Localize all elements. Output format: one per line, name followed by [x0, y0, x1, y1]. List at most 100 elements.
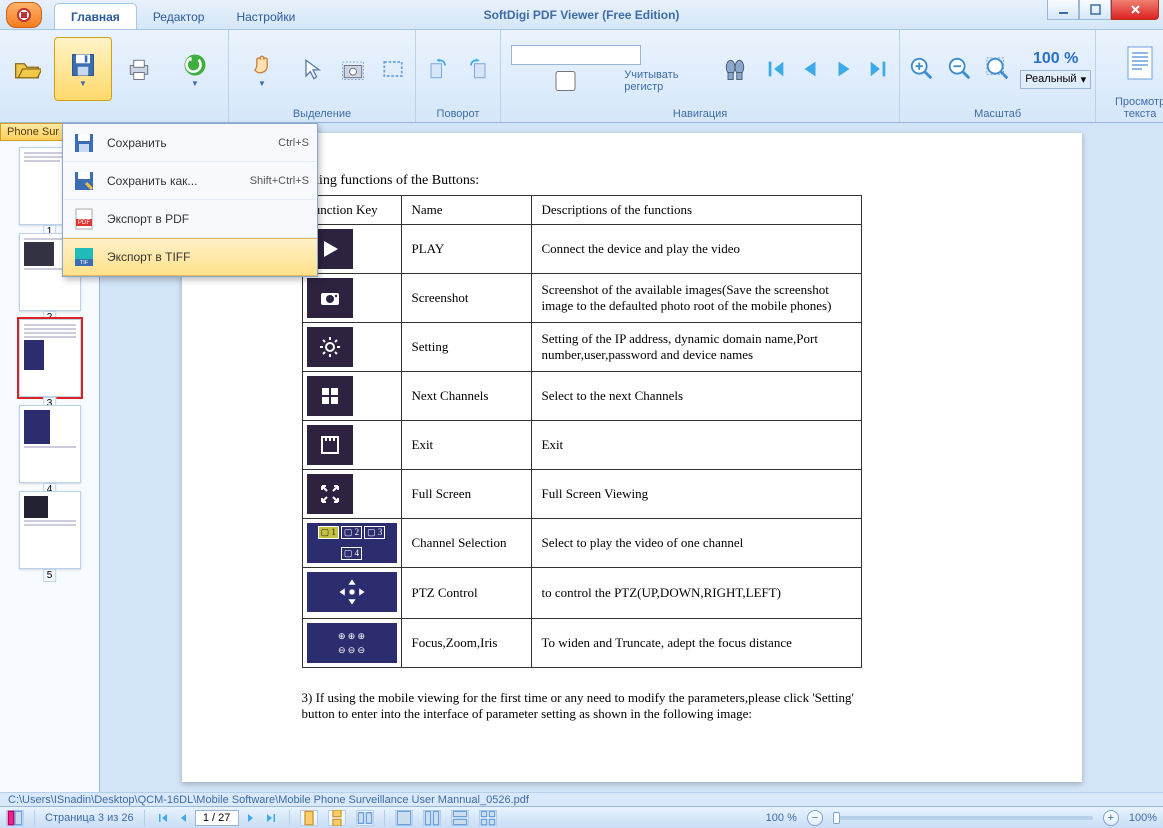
sb-view-continuous[interactable] [328, 810, 346, 826]
exit-icon [307, 425, 353, 465]
close-button[interactable] [1111, 0, 1159, 20]
save-button-dropdown[interactable]: ▼ [54, 37, 112, 101]
sb-page-text: Страница 3 из 26 [45, 812, 134, 824]
floppy-icon [71, 130, 97, 156]
table-row: ⊕ ⊕ ⊕⊖ ⊖ ⊖Focus,Zoom,IrisTo widen and Tr… [302, 619, 861, 668]
th-desc: Descriptions of the functions [531, 196, 861, 225]
nav-prev-button[interactable] [793, 47, 827, 91]
menu-save[interactable]: Сохранить Ctrl+S [63, 124, 317, 162]
pointer-tool-button[interactable] [295, 37, 331, 101]
group-label [4, 106, 224, 120]
sb-first-button[interactable] [155, 810, 171, 826]
search-case-checkbox[interactable]: Учитывать регистр [511, 69, 705, 93]
sb-prev-button[interactable] [175, 810, 191, 826]
doc-intro: The corresponding functions of the Butto… [232, 173, 1032, 189]
group-label-nav: Навигация [505, 106, 895, 120]
text-view-button[interactable] [1100, 45, 1163, 81]
titlebar: Главная Редактор Настройки SoftDigi PDF … [0, 0, 1163, 30]
window-controls [1047, 0, 1159, 20]
th-name: Name [401, 196, 531, 225]
sb-zoom-slider[interactable] [833, 816, 1093, 820]
file-path-bar: C:\Users\ISnadin\Desktop\QCM-16DL\Mobile… [0, 792, 1163, 806]
ptz-dpad-icon [307, 572, 397, 612]
ribbon-tabs: Главная Редактор Настройки [54, 0, 311, 29]
rotate-right-button[interactable] [460, 37, 496, 101]
table-row: ExitExit [302, 421, 861, 470]
zoom-out-button[interactable] [942, 47, 978, 91]
group-label-zoom: Масштаб [904, 106, 1091, 120]
chevron-down-icon: ▼ [191, 79, 199, 88]
menu-export-pdf[interactable]: PDF Экспорт в PDF [63, 200, 317, 238]
camera-icon [307, 278, 353, 318]
chevron-down-icon: ▼ [79, 79, 87, 88]
thumbnail-page-5[interactable]: 5 [19, 491, 81, 569]
print-button[interactable] [116, 37, 162, 101]
pdf-icon: PDF [71, 206, 97, 232]
minimize-button[interactable] [1047, 0, 1079, 20]
sb-page-input[interactable] [195, 810, 239, 826]
nav-first-button[interactable] [759, 47, 793, 91]
rotate-left-button[interactable] [420, 37, 456, 101]
tab-main[interactable]: Главная [54, 3, 137, 29]
floppy-save-as-icon [71, 168, 97, 194]
open-button[interactable] [4, 37, 50, 101]
nav-next-button[interactable] [827, 47, 861, 91]
page-nav-arrows [759, 47, 895, 91]
group-label-select: Выделение [233, 106, 411, 120]
sb-page-controls [155, 810, 279, 826]
sb-layout-4[interactable] [479, 810, 497, 826]
snapshot-tool-button[interactable] [335, 37, 371, 101]
zoom-in-button[interactable] [904, 47, 940, 91]
table-row: Next ChannelsSelect to the next Channels [302, 372, 861, 421]
ribbon: ▼ ▼ ▼ В [0, 30, 1163, 123]
table-row: PTZ Controlto control the PTZ(UP,DOWN,RI… [302, 568, 861, 619]
sb-next-button[interactable] [243, 810, 259, 826]
zoom-mode-select[interactable]: Реальный ▾ [1020, 70, 1091, 89]
tab-editor[interactable]: Редактор [137, 4, 221, 29]
tiff-icon: TIF [71, 244, 97, 270]
menu-export-tiff[interactable]: TIF Экспорт в TIFF [63, 238, 317, 276]
svg-text:PDF: PDF [78, 220, 90, 226]
zoom-marquee-button[interactable] [980, 47, 1016, 91]
marquee-tool-button[interactable] [375, 37, 411, 101]
sb-zoom-in-round[interactable]: + [1103, 810, 1119, 826]
sb-zoom-left: 100 % [766, 812, 797, 824]
sb-thumbs-button[interactable] [6, 810, 24, 826]
zoom-percent-control: 100 % Реальный ▾ [1020, 50, 1091, 89]
app-menu-button[interactable] [6, 2, 42, 28]
fullscreen-icon [307, 474, 353, 514]
grid-icon [307, 376, 353, 416]
menu-save-as[interactable]: Сохранить как... Shift+Ctrl+S [63, 162, 317, 200]
save-dropdown-menu: Сохранить Ctrl+S Сохранить как... Shift+… [62, 123, 318, 277]
sb-layout-3[interactable] [451, 810, 469, 826]
sb-view-single[interactable] [300, 810, 318, 826]
nav-last-button[interactable] [861, 47, 895, 91]
zoom-iris-icon: ⊕ ⊕ ⊕⊖ ⊖ ⊖ [307, 623, 397, 663]
sb-view-facing[interactable] [356, 810, 374, 826]
chevron-down-icon: ▾ [1081, 73, 1087, 86]
thumbnail-page-3[interactable]: 3 [19, 319, 81, 397]
group-label-textview: Просмотр текста [1100, 94, 1163, 120]
maximize-button[interactable] [1079, 0, 1111, 20]
sb-zoom-out-round[interactable]: − [807, 810, 823, 826]
table-row: SettingSetting of the IP address, dynami… [302, 323, 861, 372]
statusbar: Страница 3 из 26 100 % − + 100% [0, 806, 1163, 828]
thumbnail-page-4[interactable]: 4 [19, 405, 81, 483]
workspace: Phone Sur 1 2 3 4 5 The corresponding fu… [0, 123, 1163, 792]
sb-zoom-right: 100% [1129, 812, 1157, 824]
svg-text:TIF: TIF [80, 260, 89, 266]
tab-settings[interactable]: Настройки [220, 4, 311, 29]
search-input[interactable] [511, 45, 641, 65]
undo-button[interactable]: ▼ [166, 37, 224, 101]
table-row: PLAYConnect the device and play the vide… [302, 225, 861, 274]
sb-last-button[interactable] [263, 810, 279, 826]
sb-layout-1[interactable] [395, 810, 413, 826]
find-button[interactable] [715, 37, 755, 101]
table-row: Full ScreenFull Screen Viewing [302, 470, 861, 519]
hand-tool-button[interactable]: ▼ [233, 37, 291, 101]
group-label-rotate: Поворот [420, 106, 496, 120]
sb-layout-2[interactable] [423, 810, 441, 826]
window-title: SoftDigi PDF Viewer (Free Edition) [484, 8, 680, 22]
search-container: Учитывать регистр [505, 43, 711, 95]
zoom-percent-value: 100 % [1033, 50, 1078, 68]
